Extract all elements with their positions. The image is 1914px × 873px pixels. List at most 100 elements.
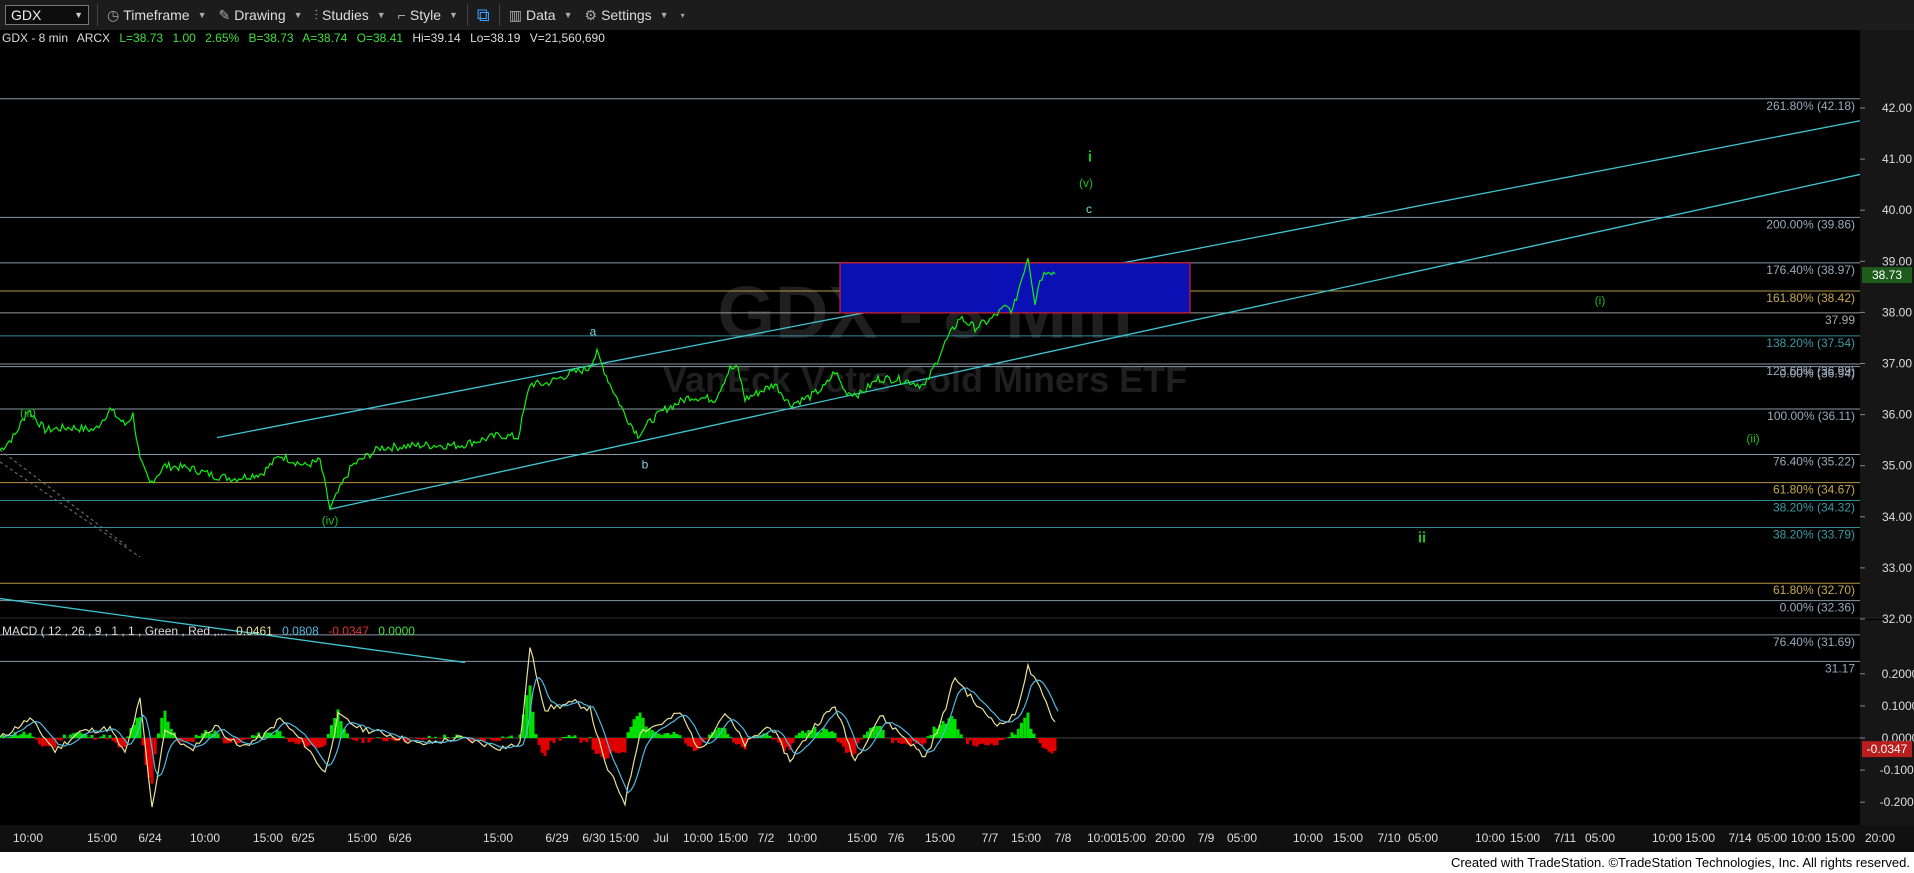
macd-hist-value: -0.0347 <box>328 624 369 638</box>
wave-label: b <box>642 457 649 471</box>
symbol-value: GDX <box>11 7 42 23</box>
chevron-down-icon: ▾ <box>680 10 685 20</box>
settings-menu[interactable]: ⚙ Settings ▼ <box>579 2 675 28</box>
fib-level-label: 76.40% (31.69) <box>1773 635 1855 649</box>
price-tick-label: 36.00 <box>1882 408 1912 422</box>
time-tick-label: 05:00 <box>1585 831 1615 845</box>
macd-legend: MACD ( 12 , 26 , 9 , 1 , 1 , Green , Red… <box>2 624 415 638</box>
chevron-down-icon: ▼ <box>659 10 669 20</box>
time-tick-label: 10:00 <box>683 831 713 845</box>
toolbar: GDX ▼ ◷ Timeframe ▼ ✎ Drawing ▼ ⫶ Studie… <box>0 0 1914 31</box>
price-tick-label: 40.00 <box>1882 203 1912 217</box>
last-price-label: 38.73 <box>1872 268 1902 282</box>
price-tick-label: 41.00 <box>1882 152 1912 166</box>
header-volume: V=21,560,690 <box>530 31 605 45</box>
time-tick-label: 6/30 <box>582 831 606 845</box>
fib-level-label: 161.80% (38.42) <box>1766 291 1855 305</box>
timeframe-menu[interactable]: ◷ Timeframe ▼ <box>101 2 213 28</box>
time-tick-label: 7/7 <box>982 831 999 845</box>
wave-label: a <box>590 324 597 338</box>
time-tick-label: 10:00 <box>1652 831 1682 845</box>
header-lo: Lo=38.19 <box>470 31 521 45</box>
time-tick-label: 15:00 <box>1011 831 1041 845</box>
time-tick-label: Jul <box>653 831 668 845</box>
data-menu[interactable]: ▥ Data ▼ <box>503 2 579 28</box>
header-last: L=38.73 <box>119 31 163 45</box>
fib-level-label: 76.40% (35.22) <box>1773 454 1855 468</box>
time-tick-label: 15:00 <box>847 831 877 845</box>
time-axis-bg <box>0 825 1914 852</box>
time-tick-label: 10:00 <box>1087 831 1117 845</box>
time-tick-label: 05:00 <box>1757 831 1787 845</box>
price-tick-label: 42.00 <box>1882 101 1912 115</box>
gear-icon: ⚙ <box>584 6 598 23</box>
header-ask: A=38.74 <box>302 31 347 45</box>
overflow-menu[interactable]: ▾ <box>675 2 691 28</box>
fib-level-label: 138.20% (37.54) <box>1766 336 1855 350</box>
toolbar-divider <box>97 4 98 26</box>
price-chart[interactable]: GDX - 8 Min VanEck Vctrs Gold Miners ETF… <box>0 30 1914 852</box>
macd-zero-value: 0.0000 <box>378 624 415 638</box>
macd-value: 0.0461 <box>236 624 273 638</box>
time-tick-label: 10:00 <box>13 831 43 845</box>
header-readout: GDX - 8 min ARCX L=38.73 1.00 2.65% B=38… <box>2 31 605 45</box>
chevron-down-icon: ▼ <box>197 10 207 20</box>
clock-icon: ◷ <box>107 6 120 23</box>
time-tick-label: 7/8 <box>1055 831 1072 845</box>
wave-label: (iii) <box>20 406 36 420</box>
time-tick-label: 10:00 <box>1475 831 1505 845</box>
wave-label: (iv) <box>322 513 339 527</box>
time-tick-label: 15:00 <box>1685 831 1715 845</box>
time-tick-label: 15:00 <box>1116 831 1146 845</box>
toolbar-divider <box>498 4 500 26</box>
header-bid: B=38.73 <box>249 31 294 45</box>
time-tick-label: 20:00 <box>1155 831 1185 845</box>
time-tick-label: 7/10 <box>1377 831 1401 845</box>
chevron-down-icon: ▼ <box>448 10 458 20</box>
target-box <box>839 262 1191 314</box>
price-tick-label: 39.00 <box>1882 254 1912 268</box>
time-tick-label: 10:00 <box>190 831 220 845</box>
time-tick-label: 15:00 <box>1510 831 1540 845</box>
time-tick-label: 15:00 <box>347 831 377 845</box>
time-tick-label: 20:00 <box>1865 831 1895 845</box>
chevron-down-icon: ▼ <box>376 10 386 20</box>
header-exchange: ARCX <box>77 31 110 45</box>
header-hi: Hi=39.14 <box>412 31 461 45</box>
price-tick-label: 35.00 <box>1882 459 1912 473</box>
time-tick-label: 7/11 <box>1554 831 1577 845</box>
time-tick-label: 7/6 <box>888 831 905 845</box>
time-tick-label: 15:00 <box>253 831 283 845</box>
time-tick-label: 7/14 <box>1728 831 1752 845</box>
wave-label: ii <box>1418 529 1426 546</box>
fib-level-label: 61.80% (32.70) <box>1773 583 1855 597</box>
style-menu[interactable]: ⌐ Style ▼ <box>392 2 464 28</box>
fib-level-label: 31.17 <box>1825 661 1855 675</box>
time-tick-label: 15:00 <box>483 831 513 845</box>
style-icon: ⌐ <box>397 7 406 23</box>
time-tick-label: 7/9 <box>1198 831 1215 845</box>
wave-label: (ii) <box>1746 432 1759 446</box>
wave-label: c <box>1086 202 1092 216</box>
fib-level-label: 261.80% (42.18) <box>1766 99 1855 113</box>
macd-label: MACD ( 12 , 26 , 9 , 1 , 1 , Green , Red… <box>2 624 227 638</box>
style-label: Style <box>409 7 441 23</box>
studies-label: Studies <box>322 7 369 23</box>
header-change-pct: 2.65% <box>205 31 239 45</box>
fib-level-label: 0.00% (36.94) <box>1780 367 1855 381</box>
settings-label: Settings <box>601 7 652 23</box>
drawing-menu[interactable]: ✎ Drawing ▼ <box>213 2 309 28</box>
price-tick-label: 38.00 <box>1882 305 1912 319</box>
macd-tick-label: -0.1000 <box>1880 763 1914 777</box>
price-tick-label: 32.00 <box>1882 612 1912 626</box>
layout-button[interactable]: ⧉ <box>471 2 496 28</box>
time-tick-label: 6/25 <box>291 831 315 845</box>
time-tick-label: 10:00 <box>1293 831 1323 845</box>
macd-last-label: -0.0347 <box>1867 742 1908 756</box>
time-tick-label: 15:00 <box>1333 831 1363 845</box>
studies-menu[interactable]: ⫶ Studies ▼ <box>309 2 392 28</box>
wave-label: (i) <box>1595 294 1606 308</box>
symbol-selector[interactable]: GDX ▼ <box>5 5 89 25</box>
header-open: O=38.41 <box>357 31 404 45</box>
timeframe-label: Timeframe <box>123 7 190 23</box>
